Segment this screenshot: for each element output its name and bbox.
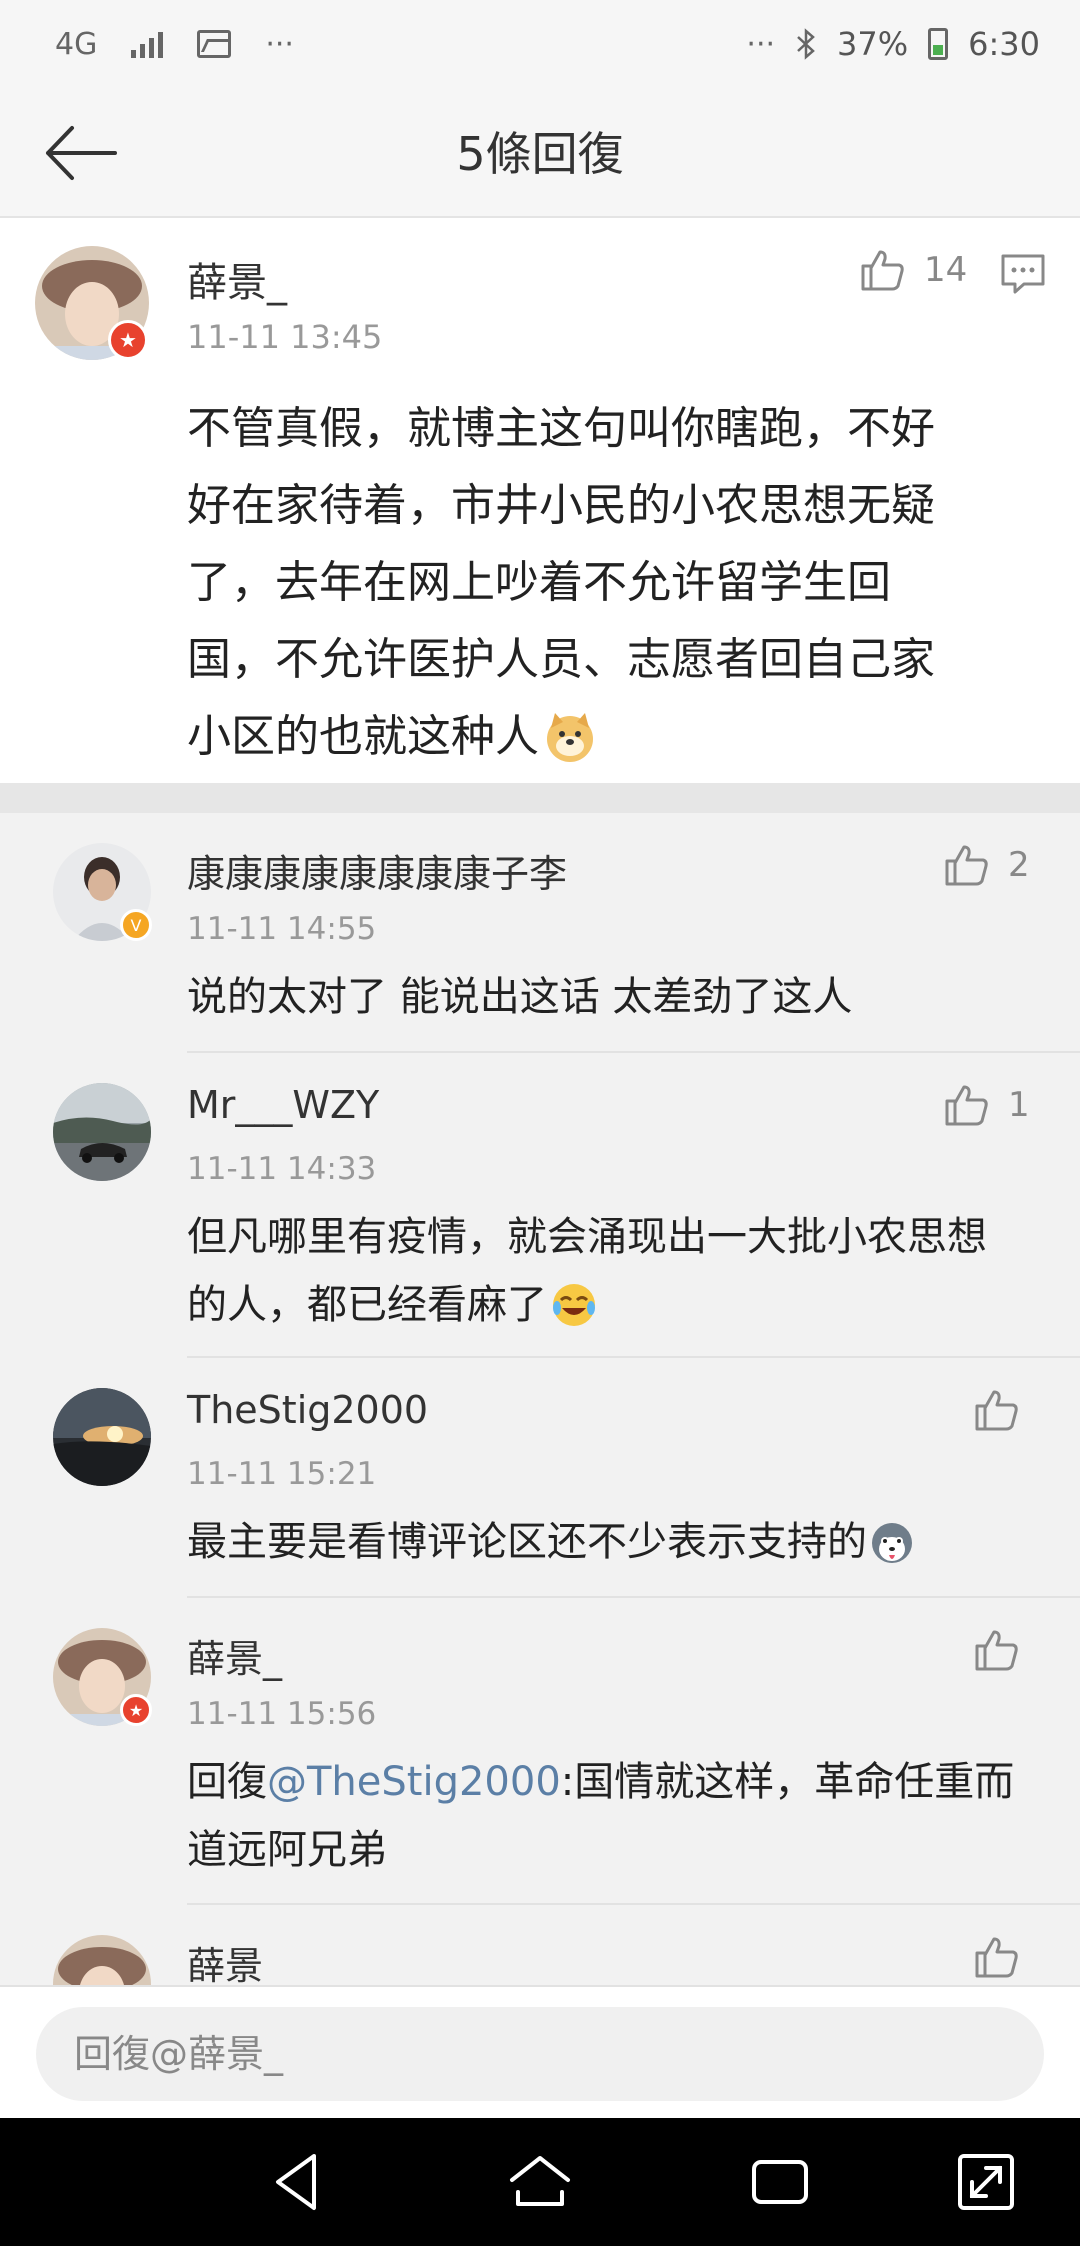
reply-time: 11-11 15:56 bbox=[187, 1696, 377, 1732]
reply-author[interactable]: 康康康康康康康康子李 bbox=[187, 843, 567, 898]
thumbs-up-icon bbox=[945, 845, 988, 886]
like-button[interactable]: 14 bbox=[858, 246, 967, 294]
thumbs-up-icon bbox=[975, 1390, 1018, 1431]
avatar[interactable] bbox=[53, 1388, 151, 1486]
reply-item: ★ 薛景_ 11-11 15:56 回復@TheStig2000:国情就这样，革… bbox=[0, 1598, 1080, 1905]
nav-recents-icon[interactable] bbox=[746, 2148, 814, 2216]
doge-emoji-icon bbox=[547, 712, 593, 762]
reply-item: V 康康康康康康康康子李 11-11 14:55 2 说的太对了 能说出这话 太… bbox=[0, 813, 1080, 1053]
reply-item: 薛景_ bbox=[0, 1905, 1080, 1985]
page-title: 5條回復 bbox=[456, 127, 624, 181]
like-button[interactable] bbox=[972, 1933, 1020, 1981]
bluetooth-icon bbox=[797, 28, 815, 60]
like-count: 1 bbox=[1008, 1085, 1030, 1125]
reply-input[interactable] bbox=[36, 2007, 1044, 2101]
mention-link[interactable]: @TheStig2000 bbox=[267, 1759, 561, 1805]
reply-body: 说的太对了 能说出这话 太差劲了这人 bbox=[187, 974, 853, 1020]
nav-back-icon[interactable] bbox=[266, 2148, 334, 2216]
network-type-indicator: 4G bbox=[55, 26, 98, 62]
like-count: 14 bbox=[924, 250, 968, 290]
system-nav-bar bbox=[0, 2118, 1080, 2246]
comment-author[interactable]: 薛景_ bbox=[187, 250, 287, 308]
section-divider bbox=[0, 783, 1080, 813]
more-status-icon: ··· bbox=[746, 26, 776, 62]
main-comment: ★ 薛景_ 11-11 13:45 14 不管真假，就博主这句叫你瞎跑，不好 好… bbox=[0, 218, 1080, 783]
thumbs-up-icon bbox=[861, 250, 904, 291]
reply-author[interactable]: 薛景_ bbox=[187, 1935, 282, 1985]
comment-time: 11-11 13:45 bbox=[187, 318, 383, 356]
reply-body: 最主要是看博评论区还不少表示支持的 bbox=[187, 1508, 1057, 1576]
nav-expand-icon[interactable] bbox=[952, 2148, 1020, 2216]
verified-badge-icon: ★ bbox=[108, 320, 148, 360]
battery-percent: 37% bbox=[837, 25, 909, 63]
reply-author[interactable]: TheStig2000 bbox=[187, 1388, 428, 1432]
reply-body: 但凡哪里有疫情，就会涌现出一大批小农思想 的人，都已经看麻了 bbox=[187, 1214, 987, 1328]
more-notifications-icon: ··· bbox=[265, 26, 294, 62]
header: 5條回復 bbox=[0, 88, 1080, 218]
husky-emoji-icon bbox=[872, 1523, 912, 1563]
like-button[interactable]: 2 bbox=[942, 841, 1030, 889]
laugh-cry-emoji-icon bbox=[553, 1284, 595, 1326]
like-button[interactable] bbox=[972, 1386, 1020, 1434]
verified-badge-icon: ★ bbox=[120, 1694, 152, 1726]
thumbs-up-icon bbox=[975, 1630, 1018, 1671]
clock: 6:30 bbox=[968, 25, 1040, 63]
signal-strength-icon bbox=[131, 30, 164, 58]
like-count: 2 bbox=[1008, 845, 1030, 885]
reply-time: 11-11 14:55 bbox=[187, 911, 377, 947]
reply-item: TheStig2000 11-11 15:21 最主要是看博评论区还不少表示支持… bbox=[0, 1358, 1080, 1598]
reply-time: 11-11 14:33 bbox=[187, 1151, 377, 1187]
image-notification-icon bbox=[197, 30, 232, 58]
thumbs-up-icon bbox=[945, 1085, 988, 1126]
battery-icon bbox=[928, 28, 949, 60]
nav-home-icon[interactable] bbox=[506, 2148, 574, 2216]
reply-input-bar bbox=[0, 1985, 1080, 2118]
like-button[interactable] bbox=[972, 1626, 1020, 1674]
reply-author[interactable]: 薛景_ bbox=[187, 1628, 282, 1683]
avatar[interactable] bbox=[53, 1935, 151, 1985]
comment-icon[interactable] bbox=[1000, 252, 1046, 296]
comment-body: 不管真假，就博主这句叫你瞎跑，不好 好在家待着，市井小民的小农思想无疑 了，去年… bbox=[187, 403, 935, 762]
status-bar: 4G ··· ··· 37% 6:30 bbox=[0, 0, 1080, 88]
reply-body: 回復@TheStig2000:国情就这样，革命任重而 道远阿兄弟 bbox=[187, 1759, 1015, 1873]
reply-author[interactable]: Mr___WZY bbox=[187, 1083, 379, 1127]
like-button[interactable]: 1 bbox=[942, 1081, 1030, 1129]
reply-time: 11-11 15:21 bbox=[187, 1456, 377, 1492]
avatar[interactable] bbox=[53, 1083, 151, 1181]
verified-badge-icon: V bbox=[120, 909, 152, 941]
thumbs-up-icon bbox=[975, 1937, 1018, 1978]
reply-item: Mr___WZY 11-11 14:33 1 但凡哪里有疫情，就会涌现出一大批小… bbox=[0, 1053, 1080, 1358]
